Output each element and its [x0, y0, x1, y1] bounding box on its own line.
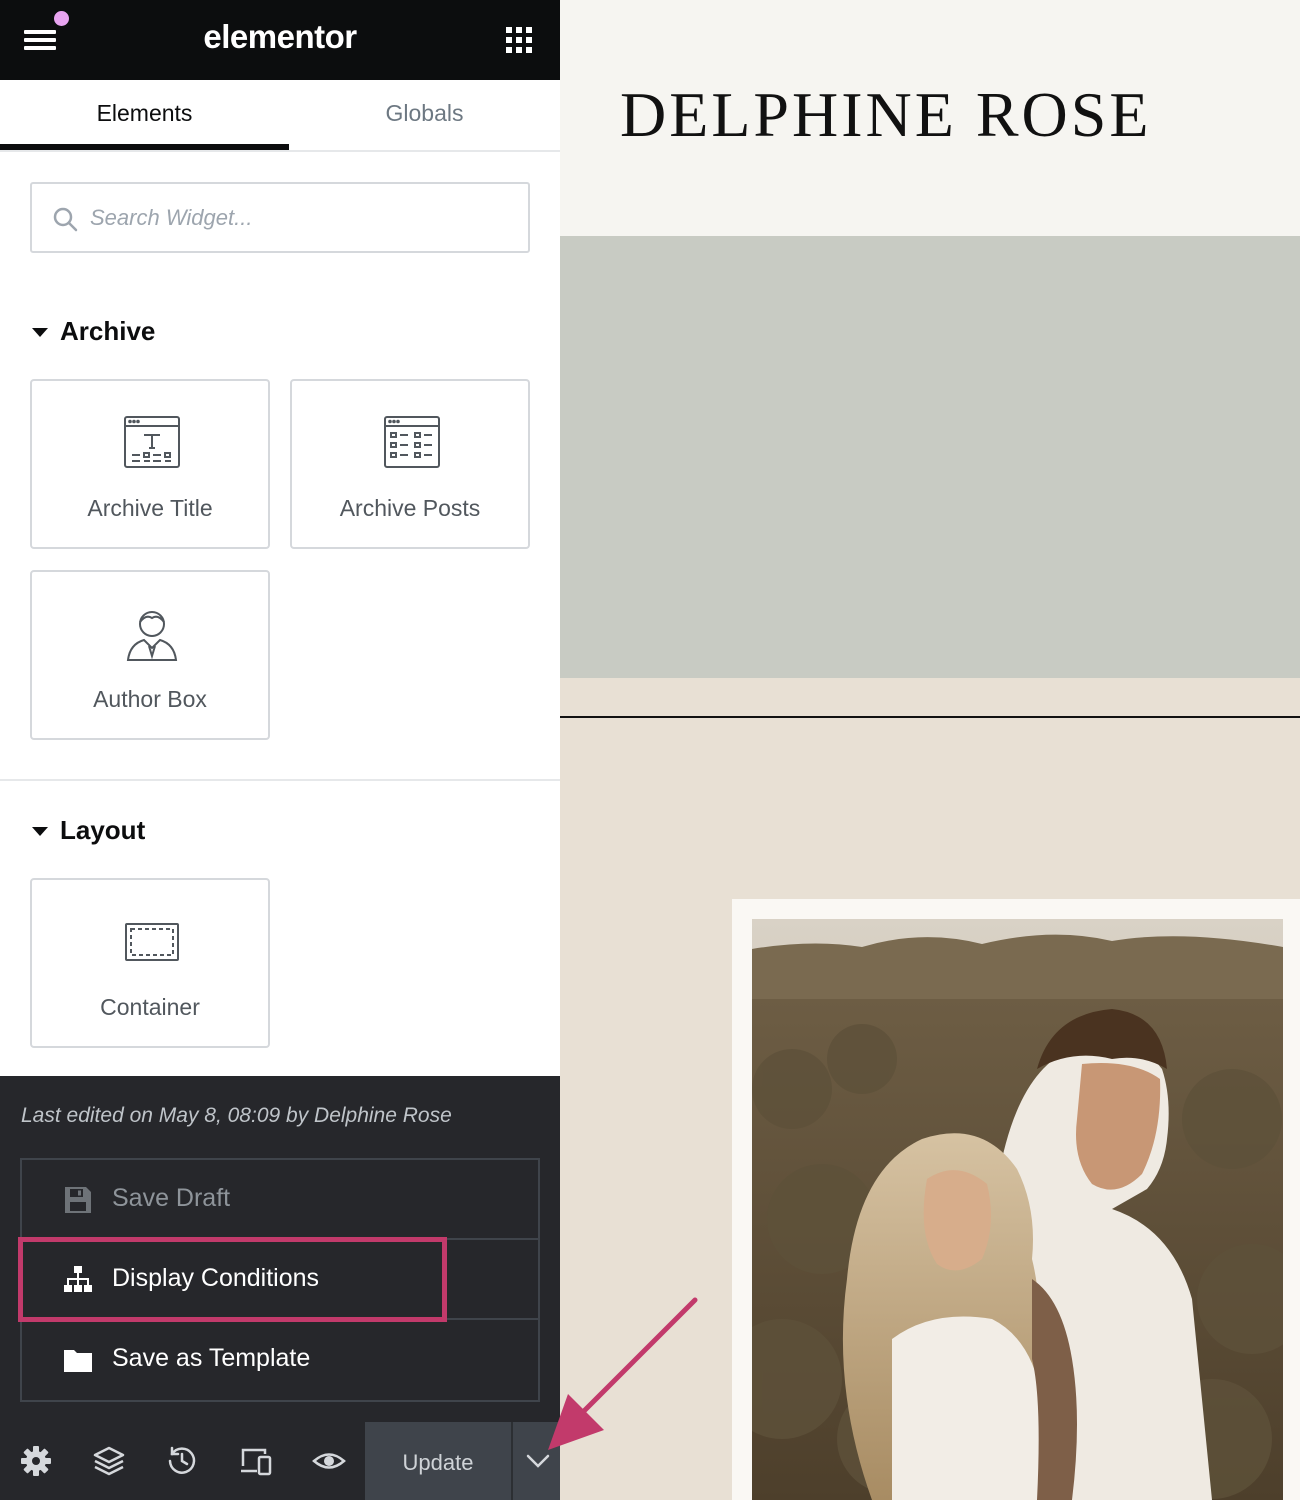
container-icon [125, 923, 179, 961]
search-box [30, 182, 530, 253]
couple-photo [752, 919, 1283, 1500]
update-dropdown-button[interactable] [511, 1422, 560, 1500]
caret-down-icon [32, 328, 48, 337]
widget-label: Container [100, 994, 200, 1020]
widget-label: Archive Title [87, 495, 213, 521]
last-edited-text: Last edited on May 8, 08:09 by Delphine … [21, 1104, 452, 1127]
widget-archive-title[interactable]: Archive Title [30, 379, 270, 549]
widget-label: Archive Posts [339, 495, 481, 521]
responsive-icon[interactable] [239, 1444, 273, 1478]
grid-icon[interactable] [506, 27, 534, 55]
settings-icon[interactable] [19, 1444, 53, 1478]
menu-item-save-draft[interactable]: Save Draft [22, 1160, 538, 1240]
search-icon [53, 207, 78, 232]
site-title: DELPHINE ROSE [620, 79, 1152, 150]
history-icon[interactable] [165, 1444, 199, 1478]
menu-item-label: Display Conditions [112, 1264, 320, 1292]
hero-section [560, 236, 1300, 678]
divider-line [560, 716, 1300, 718]
widget-archive-posts[interactable]: Archive Posts [290, 379, 530, 549]
sitemap-icon [64, 1266, 92, 1292]
active-tab-indicator [0, 144, 289, 150]
tab-elements[interactable]: Elements [0, 80, 289, 152]
menu-item-display-conditions[interactable]: Display Conditions [22, 1238, 538, 1318]
widget-label: Author Box [93, 686, 207, 712]
category-archive-header[interactable]: Archive [30, 314, 330, 350]
category-layout-header[interactable]: Layout [30, 813, 330, 849]
menu-item-label: Save Draft [112, 1184, 231, 1212]
archive-posts-icon [384, 416, 440, 468]
chevron-down-icon [526, 1454, 550, 1468]
folder-icon [64, 1350, 92, 1372]
widget-author-box[interactable]: Author Box [30, 570, 270, 740]
save-options-menu: Save Draft Display Conditions Save as Te… [20, 1158, 540, 1402]
widget-container[interactable]: Container [30, 878, 270, 1048]
author-box-icon [126, 611, 178, 661]
layers-icon[interactable] [92, 1444, 126, 1478]
tab-globals[interactable]: Globals [289, 80, 560, 152]
search-input[interactable] [90, 184, 520, 251]
menu-item-label: Save as Template [112, 1344, 311, 1372]
archive-title-icon [124, 416, 180, 468]
save-icon [65, 1187, 91, 1213]
preview-icon[interactable] [312, 1444, 346, 1478]
panel-tabs: Elements Globals [0, 80, 560, 152]
category-title: Layout [60, 815, 146, 845]
caret-down-icon [32, 827, 48, 836]
brand-logo: elementor [203, 18, 357, 55]
panel-header: elementor [0, 0, 560, 80]
panel-footer-toolbar: Update [0, 1422, 560, 1500]
update-button[interactable]: Update [365, 1422, 511, 1500]
category-title: Archive [60, 316, 156, 346]
menu-item-save-as-template[interactable]: Save as Template [22, 1318, 538, 1398]
section-divider [0, 779, 560, 781]
save-options-popover: Last edited on May 8, 08:09 by Delphine … [0, 1076, 560, 1422]
editor-panel: elementor Elements Globals Archive Archi… [0, 0, 560, 1500]
